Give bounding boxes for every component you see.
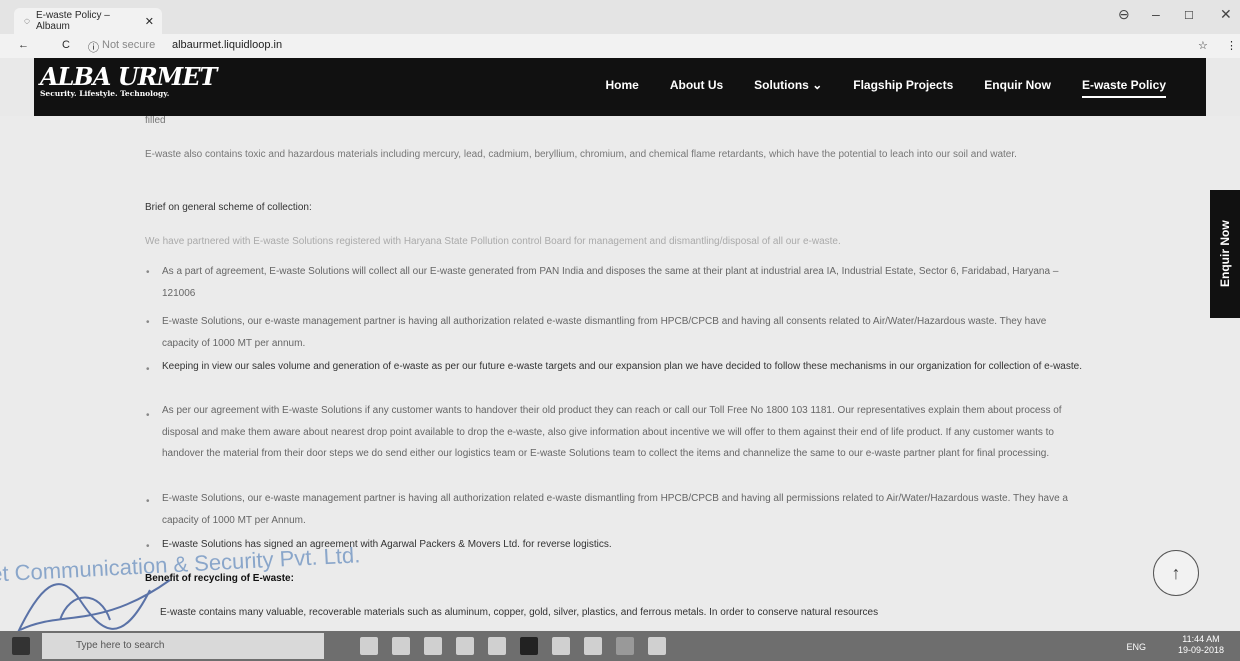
bullet-dot: •: [146, 317, 150, 328]
nav-about-us[interactable]: About Us: [670, 78, 723, 98]
bullet-dot: •: [146, 267, 150, 278]
scroll-to-top-button[interactable]: ↑: [1153, 550, 1199, 596]
top-fragment: filled: [145, 116, 166, 126]
windows-taskbar: Type here to search ENG 11:44 AM 19-09-2…: [0, 631, 1240, 661]
dropbox-icon[interactable]: [488, 637, 506, 655]
app-icon[interactable]: [648, 637, 666, 655]
bullet-dot: •: [146, 410, 150, 421]
store-icon[interactable]: [456, 637, 474, 655]
main-nav: Home About Us Solutions ⌄ Flagship Proje…: [606, 78, 1166, 98]
clock-date[interactable]: 19-09-2018: [1178, 645, 1224, 656]
file-explorer-icon[interactable]: [424, 637, 442, 655]
site-header: ALBA URMET Security. Lifestyle. Technolo…: [34, 58, 1206, 116]
heading-collection-scheme: Brief on general scheme of collection:: [145, 202, 312, 213]
system-tray: ENG 11:44 AM 19-09-2018: [1126, 634, 1224, 656]
nav-solutions[interactable]: Solutions ⌄: [754, 78, 822, 98]
nav-home[interactable]: Home: [606, 78, 639, 98]
minimize-icon[interactable]: –: [1152, 6, 1160, 22]
page-favicon-icon: ◌: [24, 15, 30, 27]
arrow-up-icon: ↑: [1171, 562, 1181, 583]
browser-tab[interactable]: ◌ E-waste Policy – Albaum ✕: [14, 8, 162, 34]
bullet-dot: •: [146, 364, 150, 375]
bullet-sales-volume: Keeping in view our sales volume and gen…: [162, 361, 1082, 372]
windows-start-icon[interactable]: [12, 637, 30, 655]
clock-time[interactable]: 11:44 AM: [1178, 634, 1224, 645]
language-indicator[interactable]: ENG: [1126, 642, 1146, 653]
nav-solutions-label: Solutions: [754, 78, 809, 92]
bullet-capacity: E-waste Solutions, our e-waste managemen…: [162, 493, 1068, 526]
logo-text: ALBA URMET: [40, 62, 217, 91]
reload-icon[interactable]: C: [62, 39, 70, 51]
task-view-icon[interactable]: [360, 637, 378, 655]
bullet-agreement: As a part of agreement, E-waste Solution…: [162, 266, 1059, 299]
bullet-dot: •: [146, 541, 150, 552]
nav-enquir-now[interactable]: Enquir Now: [984, 78, 1051, 98]
taskbar-search[interactable]: Type here to search: [42, 633, 324, 659]
edge-icon[interactable]: [392, 637, 410, 655]
bullet-toll-free: As per our agreement with E-waste Soluti…: [162, 405, 1062, 459]
bookmark-star-icon[interactable]: ☆: [1198, 39, 1208, 52]
back-icon[interactable]: ←: [18, 39, 29, 51]
address-bar[interactable]: ← C ⓘ Not secure albaurmet.liquidloop.in…: [0, 34, 1240, 58]
menu-icon[interactable]: ⋮: [1226, 39, 1237, 52]
para-toxic-materials: E-waste also contains toxic and hazardou…: [145, 149, 1017, 160]
site-logo[interactable]: ALBA URMET Security. Lifestyle. Technolo…: [40, 62, 217, 98]
url-text[interactable]: albaurmet.liquidloop.in: [172, 39, 282, 51]
onenote-icon[interactable]: [520, 637, 538, 655]
bullet-dot: •: [146, 496, 150, 507]
chrome-icon[interactable]: [616, 637, 634, 655]
para-partnership: We have partnered with E-waste Solutions…: [145, 236, 841, 247]
maximize-icon[interactable]: ☐: [1184, 9, 1194, 22]
profile-icon[interactable]: ⊖: [1118, 6, 1130, 23]
enquire-now-side-button[interactable]: Enquir Now: [1210, 190, 1240, 318]
browser-tabbar: ◌ E-waste Policy – Albaum ✕ ⊖ – ☐ ✕: [0, 0, 1240, 34]
nav-flagship-projects[interactable]: Flagship Projects: [853, 78, 953, 98]
chevron-down-icon: ⌄: [812, 78, 823, 92]
close-window-icon[interactable]: ✕: [1220, 6, 1232, 23]
mail-icon[interactable]: [552, 637, 570, 655]
tab-title: E-waste Policy – Albaum: [35, 10, 110, 32]
shield-icon[interactable]: [584, 637, 602, 655]
close-tab-icon[interactable]: ✕: [145, 15, 154, 28]
info-icon[interactable]: ⓘ: [88, 39, 99, 55]
not-secure-label: Not secure: [102, 39, 156, 51]
nav-e-waste-policy[interactable]: E-waste Policy: [1081, 78, 1166, 98]
para-valuable-materials: E-waste contains many valuable, recovera…: [160, 607, 879, 618]
search-placeholder: Type here to search: [76, 640, 165, 651]
bullet-authorization: E-waste Solutions, our e-waste managemen…: [162, 316, 1047, 349]
